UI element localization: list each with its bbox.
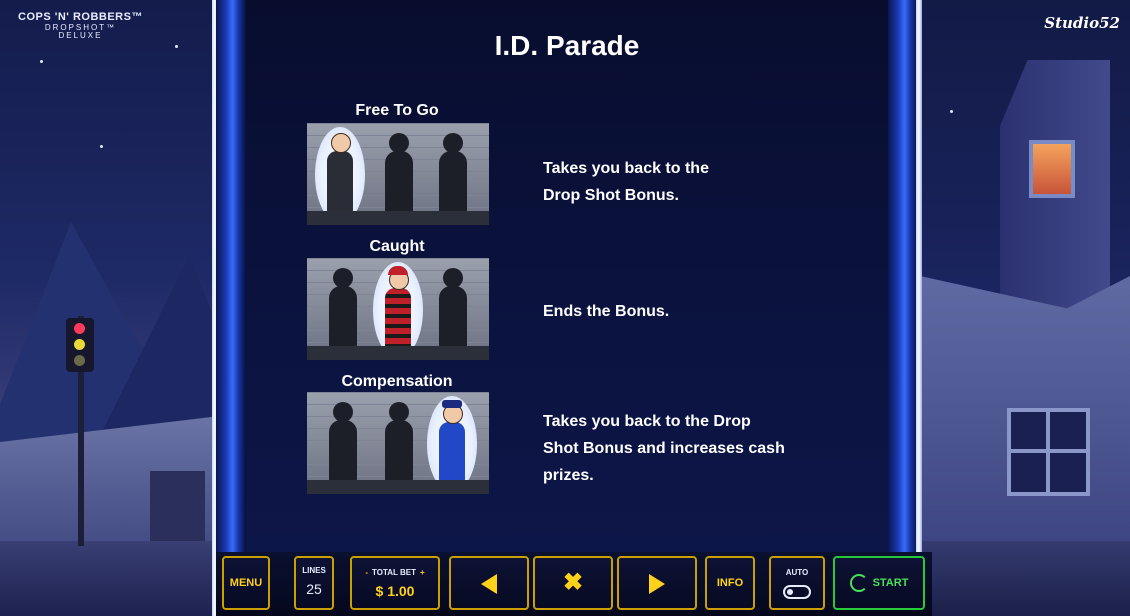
description-line: Drop Shot Bonus. — [543, 187, 679, 204]
silhouette — [439, 268, 467, 348]
frame-rim-right — [916, 0, 922, 616]
background-scene-left: COPS 'N' ROBBERS™ DROPSHOT™ DELUXE — [0, 0, 220, 616]
item-label-caught: Caught — [369, 238, 425, 255]
start-label: START — [872, 577, 909, 589]
help-panel: I.D. Parade Free To Go Takes you back to… — [246, 0, 888, 552]
lines-label: LINES — [302, 566, 326, 575]
silhouette — [329, 402, 357, 482]
start-button[interactable]: START — [833, 556, 925, 610]
yellow-light — [74, 339, 85, 350]
logo-line-3: DELUXE — [58, 31, 103, 40]
robber-figure — [385, 266, 411, 348]
silhouette — [329, 268, 357, 348]
description-line: Shot Bonus and increases cash — [543, 440, 785, 457]
lines-display[interactable]: LINES 25 — [294, 556, 334, 610]
description-line: Ends the Bonus. — [543, 303, 670, 320]
description-line: prizes. — [543, 467, 594, 484]
lineup-image-compensation — [307, 392, 489, 494]
street — [920, 541, 1130, 616]
silhouette — [385, 402, 413, 482]
spin-icon — [849, 574, 868, 593]
red-light — [74, 323, 85, 334]
next-page-button[interactable] — [617, 556, 697, 610]
item-description-compensation: Takes you back to the Drop Shot Bonus an… — [543, 408, 785, 489]
green-light — [74, 355, 85, 366]
item-description-caught: Ends the Bonus. — [543, 298, 669, 325]
bet-decrease-button[interactable]: - — [365, 568, 368, 577]
background-scene-right: Studio52 — [920, 0, 1130, 616]
item-label-compensation: Compensation — [341, 373, 453, 390]
description-line: Takes you back to the — [543, 160, 709, 177]
left-arrow-icon — [481, 574, 497, 594]
total-bet-value: $ 1.00 — [375, 583, 415, 599]
close-x-icon: ✖ — [562, 569, 584, 596]
lineup-image-caught — [307, 258, 489, 360]
silhouette — [385, 133, 413, 213]
street — [0, 541, 220, 616]
item-label-free-to-go: Free To Go — [355, 102, 439, 119]
silhouette — [439, 133, 467, 213]
total-bet-control[interactable]: - TOTAL BET + $ 1.00 — [350, 556, 440, 610]
item-description-free-to-go: Takes you back to the Drop Shot Bonus. — [543, 155, 709, 209]
cop-figure — [439, 400, 465, 482]
menu-button[interactable]: MENU — [222, 556, 270, 610]
lineup-image-free-to-go — [307, 123, 489, 225]
star — [100, 145, 103, 148]
old-man-figure — [327, 133, 353, 213]
toggle-icon — [783, 585, 811, 599]
lineup-floor — [307, 346, 489, 360]
traffic-light-icon — [66, 318, 94, 372]
curtain-pillar-left — [216, 0, 246, 616]
game-logo: COPS 'N' ROBBERS™ DROPSHOT™ DELUXE — [18, 12, 143, 40]
autoplay-button[interactable]: AUTO — [769, 556, 825, 610]
star — [950, 110, 953, 113]
studio-logo: Studio52 — [1044, 14, 1120, 32]
total-bet-header: - TOTAL BET + — [352, 568, 438, 577]
right-arrow-icon — [649, 574, 665, 594]
lines-value: 25 — [306, 581, 322, 597]
logo-line-1: COPS 'N' ROBBERS™ — [18, 11, 143, 23]
building-door — [150, 471, 205, 546]
lit-window — [1029, 140, 1075, 198]
bet-increase-button[interactable]: + — [420, 568, 425, 577]
close-button[interactable]: ✖ — [533, 556, 613, 610]
star — [40, 60, 43, 63]
house-window — [1007, 408, 1090, 496]
info-button[interactable]: INFO — [705, 556, 755, 610]
auto-label: AUTO — [785, 568, 809, 577]
description-line: Takes you back to the Drop — [543, 413, 751, 430]
star — [175, 45, 178, 48]
curtain-pillar-right — [888, 0, 918, 616]
previous-page-button[interactable] — [449, 556, 529, 610]
page-title: I.D. Parade — [494, 30, 640, 61]
lineup-floor — [307, 211, 489, 225]
total-bet-label: TOTAL BET — [372, 568, 416, 577]
lineup-floor — [307, 480, 489, 494]
